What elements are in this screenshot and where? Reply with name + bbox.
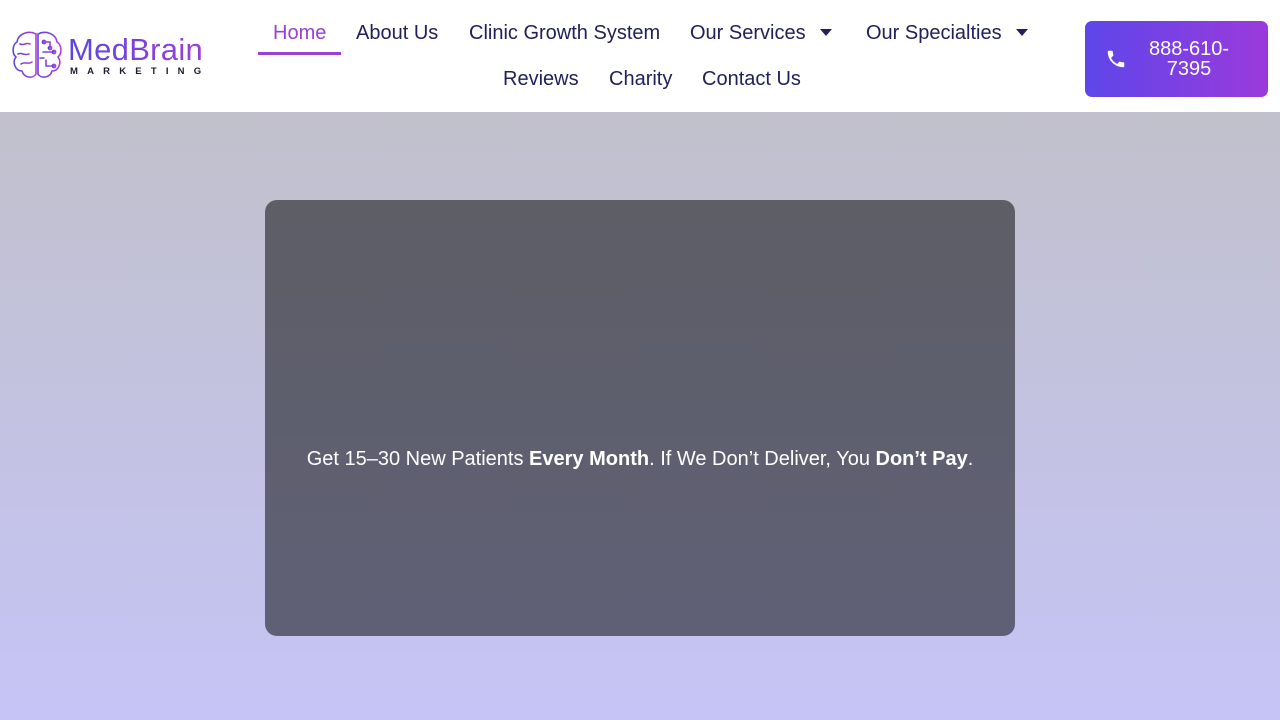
brand-name: MedBrain	[68, 32, 204, 67]
nav-home[interactable]: Home	[273, 21, 326, 45]
hero-text-emphasis-2: Don’t Pay	[875, 448, 968, 470]
phone-icon	[1107, 50, 1125, 68]
hero-text-part2: . If We Don’t Deliver, You	[649, 448, 876, 470]
site-header: MedBrain MARKETING Home About Us Clinic …	[0, 0, 1280, 112]
nav-reviews[interactable]: Reviews	[503, 67, 579, 91]
brand-tagline: MARKETING	[70, 66, 211, 77]
phone-number: 888-610- 7395	[1141, 39, 1237, 79]
nav-clinic-growth-system[interactable]: Clinic Growth System	[469, 21, 660, 45]
hero-text-part1: Get 15–30 New Patients	[306, 448, 530, 470]
chevron-down-icon	[1015, 29, 1028, 37]
phone-number-part1: 888-610-	[1148, 38, 1230, 60]
nav-charity[interactable]: Charity	[609, 67, 672, 91]
phone-call-button[interactable]: 888-610- 7395	[1085, 21, 1268, 97]
nav-our-services[interactable]: Our Services	[690, 21, 832, 45]
nav-about-us[interactable]: About Us	[356, 21, 438, 45]
hero-text-part3: .	[967, 448, 974, 470]
chevron-down-icon	[819, 29, 832, 37]
nav-our-services-label: Our Services	[690, 22, 806, 44]
hero-headline: Get 15–30 New Patients Every Month. If W…	[305, 446, 975, 473]
phone-number-part2: 7395	[1166, 58, 1212, 80]
hero-video-card[interactable]: Get 15–30 New Patients Every Month. If W…	[265, 200, 1015, 636]
active-nav-indicator	[258, 52, 341, 55]
nav-our-specialties-label: Our Specialties	[866, 22, 1002, 44]
hero-text-emphasis-1: Every Month	[529, 448, 650, 470]
site-logo[interactable]: MedBrain MARKETING	[10, 28, 220, 84]
nav-contact-us[interactable]: Contact Us	[702, 67, 801, 91]
nav-our-specialties[interactable]: Our Specialties	[866, 21, 1028, 45]
brain-icon	[12, 31, 62, 78]
